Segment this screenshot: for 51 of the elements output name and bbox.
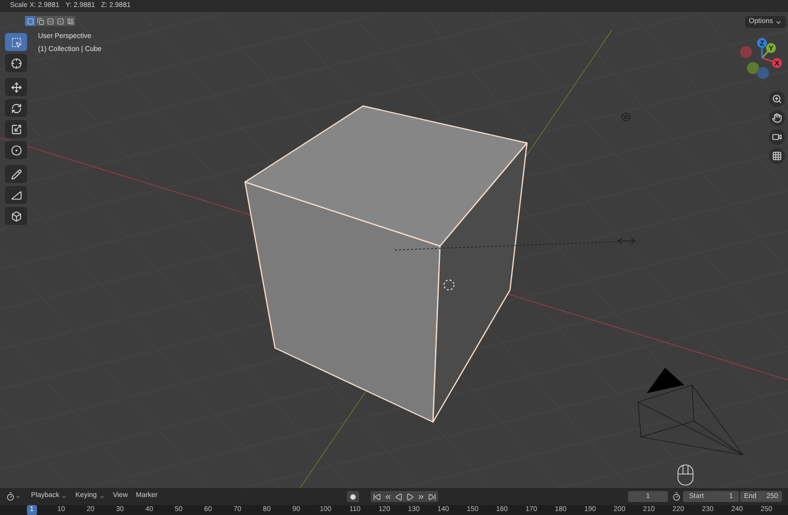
square-icon — [26, 18, 34, 24]
scale-icon — [10, 124, 22, 134]
tool-button[interactable] — [5, 186, 27, 204]
select-mode-button[interactable] — [65, 16, 75, 26]
select-mode-button[interactable] — [45, 16, 55, 26]
jump-end-icon[interactable] — [428, 492, 436, 500]
hand-icon — [772, 113, 782, 123]
rotate-icon — [10, 102, 22, 114]
axis-ball[interactable] — [766, 43, 776, 53]
keyframe-record-button[interactable] — [347, 491, 359, 502]
select-mode-button[interactable] — [35, 16, 45, 26]
tool-button[interactable] — [5, 165, 27, 183]
select-mode-button[interactable] — [55, 16, 65, 26]
square-dot-icon — [56, 18, 64, 24]
record-dot-icon — [350, 494, 356, 500]
prev-keyframe-icon[interactable] — [384, 492, 392, 500]
crosshair-icon — [10, 58, 22, 68]
mouse-icon — [678, 464, 694, 486]
3d-cursor-drawing — [444, 280, 454, 290]
light-drawing — [622, 112, 630, 122]
zoom-icon — [772, 94, 782, 104]
clock-icon — [6, 492, 15, 501]
next-keyframe-icon[interactable] — [417, 492, 425, 500]
chevron-icon — [775, 18, 782, 26]
jump-start-icon[interactable] — [373, 492, 381, 500]
grid-icon — [772, 151, 782, 161]
stopwatch-icon — [672, 492, 681, 501]
tool-button[interactable] — [5, 33, 27, 51]
play-reverse-icon[interactable] — [395, 492, 403, 500]
play-icon[interactable] — [406, 492, 414, 500]
tool-button[interactable] — [5, 120, 27, 138]
tool-button[interactable] — [5, 207, 27, 225]
transform-icon — [10, 144, 22, 156]
tool-button[interactable] — [5, 54, 27, 72]
square-minus-icon — [46, 18, 54, 24]
tool-button[interactable] — [5, 141, 27, 159]
select-mode-button[interactable] — [25, 16, 35, 26]
tool-button[interactable] — [5, 99, 27, 117]
tool-button[interactable] — [5, 78, 27, 96]
editor-type-button[interactable] — [6, 492, 21, 501]
chevron-icon — [61, 494, 68, 500]
select-box-icon — [10, 36, 22, 48]
pencil-icon — [10, 168, 22, 180]
axis-ball[interactable] — [772, 58, 782, 68]
overlapping-squares-icon — [36, 18, 44, 24]
camera-icon — [772, 132, 782, 142]
chevron-icon — [98, 494, 105, 500]
chevron-icon — [15, 494, 21, 500]
intersect-squares-icon — [66, 18, 74, 24]
move-arrows-icon — [10, 82, 22, 92]
axis-ball[interactable] — [757, 38, 767, 48]
